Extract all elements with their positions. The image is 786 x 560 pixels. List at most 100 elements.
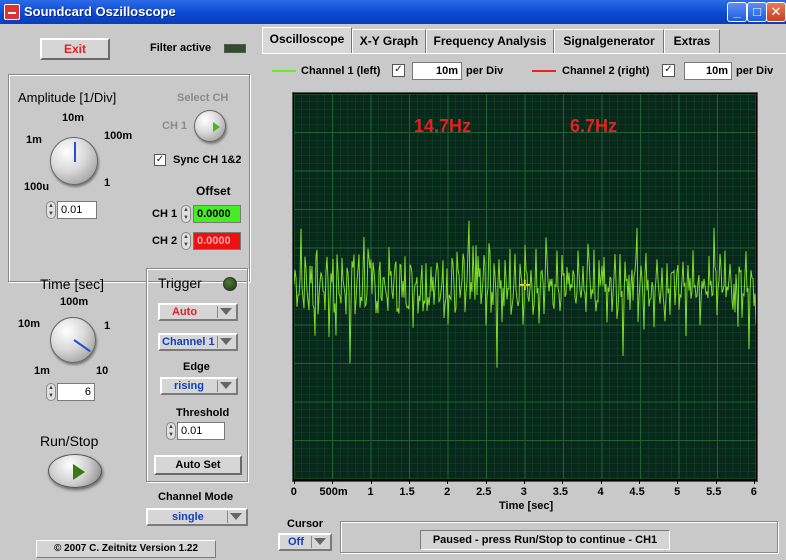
trigger-mode-value: Auto	[172, 306, 198, 318]
x-tick-mark	[524, 479, 525, 484]
time-spinner[interactable]: ▲ ▼	[46, 383, 56, 401]
cursor-value: Off	[288, 536, 304, 548]
cursor-dropdown[interactable]: Off	[278, 533, 332, 551]
exit-button[interactable]: Exit	[40, 38, 110, 60]
amplitude-title: Amplitude [1/Div]	[18, 90, 117, 105]
x-tick-label: 500m	[319, 486, 348, 498]
threshold-spinner[interactable]: ▲ ▼	[166, 422, 176, 440]
x-tick-label: 2.5	[476, 486, 492, 498]
offset-ch1-spinner[interactable]: ▲ ▼	[181, 205, 191, 223]
amp-scale-1: 1	[104, 177, 111, 189]
sync-label: Sync CH 1&2	[173, 154, 242, 166]
tab-signalgenerator[interactable]: Signalgenerator	[554, 29, 664, 53]
channel2-color-swatch	[532, 70, 556, 72]
x-tick-mark	[447, 479, 449, 484]
trigger-channel-dropdown[interactable]: Channel 1	[158, 333, 238, 351]
app-icon	[4, 4, 20, 20]
channel2-checkbox[interactable]: ✓	[662, 64, 675, 77]
time-scale-10m: 10m	[18, 318, 41, 330]
tab-extras[interactable]: Extras	[664, 29, 720, 53]
offset-ch1-input[interactable]: 0.0000	[193, 205, 241, 223]
select-ch-ch1-label: CH 1	[162, 120, 188, 132]
time-title: Time [sec]	[40, 276, 105, 292]
tab-frequency-analysis[interactable]: Frequency Analysis	[426, 29, 554, 53]
run-stop-label: Run/Stop	[40, 433, 99, 449]
maximize-button[interactable]: □	[747, 2, 767, 22]
time-scale-1: 1	[104, 320, 111, 332]
amp-scale-100m: 100m	[104, 130, 133, 142]
x-tick-label: 5.5	[706, 486, 722, 498]
title-bar: Soundcard Oszilloscope _ □ ✕	[0, 0, 786, 24]
run-stop-button[interactable]	[48, 454, 102, 488]
time-scale-1m: 1m	[34, 365, 50, 377]
x-tick-mark	[294, 479, 295, 484]
scope-display[interactable]: 14.7Hz 6.7Hz ✛	[294, 94, 756, 479]
auto-set-button[interactable]: Auto Set	[154, 455, 242, 475]
amp-scale-1m: 1m	[26, 134, 42, 146]
amp-scale-10m: 10m	[62, 112, 85, 124]
edge-label: Edge	[183, 361, 210, 373]
control-panel: Exit Filter active Amplitude [1/Div] 10m…	[0, 24, 260, 560]
trigger-title: Trigger	[158, 275, 202, 291]
x-tick-label: 0	[290, 486, 297, 498]
x-tick-mark	[639, 479, 640, 484]
time-scale-10: 10	[96, 365, 109, 377]
tab-oscilloscope[interactable]: Oscilloscope	[262, 27, 352, 53]
channel-mode-value: single	[172, 511, 204, 523]
offset-ch2-input[interactable]: 0.0000	[193, 232, 241, 250]
select-channel-knob[interactable]	[194, 110, 226, 142]
amplitude-input[interactable]: 0.01	[57, 201, 97, 219]
offset-ch1-label: CH 1	[152, 208, 178, 220]
time-input[interactable]: 6	[57, 383, 95, 401]
channel1-frequency: 14.7Hz	[414, 116, 472, 136]
filter-active-label: Filter active	[150, 42, 212, 54]
window-title: Soundcard Oszilloscope	[24, 4, 176, 19]
channel1-scale-input[interactable]: 10m	[412, 62, 462, 80]
channel1-checkbox[interactable]: ✓	[392, 64, 405, 77]
time-scale-100m: 100m	[60, 296, 89, 308]
x-tick-mark	[485, 479, 487, 484]
channel2-frequency: 6.7Hz	[570, 116, 618, 136]
x-tick-label: 5	[674, 486, 681, 498]
threshold-input[interactable]: 0.01	[177, 422, 225, 440]
channel2-label: Channel 2 (right)	[562, 65, 650, 77]
channel1-color-swatch	[272, 70, 296, 72]
amplitude-group	[8, 74, 250, 282]
x-tick-label: 4	[597, 486, 604, 498]
chevron-down-icon	[314, 538, 326, 545]
trigger-mode-dropdown[interactable]: Auto	[158, 303, 238, 321]
copyright-label: © 2007 C. Zeitnitz Version 1.22	[36, 540, 216, 558]
edge-dropdown[interactable]: rising	[160, 377, 238, 395]
x-tick-label: 2	[444, 486, 451, 498]
filter-active-led	[224, 44, 246, 53]
chevron-down-icon	[220, 308, 232, 315]
x-tick-mark	[409, 479, 410, 484]
status-message: Paused - press Run/Stop to continue - CH…	[420, 530, 670, 550]
channel-mode-dropdown[interactable]: single	[146, 508, 248, 526]
channel1-label: Channel 1 (left)	[301, 65, 381, 77]
minimize-button[interactable]: _	[727, 2, 747, 22]
x-tick-mark	[715, 479, 717, 484]
close-button[interactable]: ✕	[766, 2, 786, 22]
x-tick-label: 1	[367, 486, 374, 498]
select-ch-label: Select CH	[177, 92, 229, 104]
x-tick-label: 3	[520, 486, 527, 498]
channel-mode-label: Channel Mode	[158, 491, 234, 503]
chevron-down-icon	[230, 513, 242, 520]
channel2-scale-input[interactable]: 10m	[684, 62, 732, 80]
amp-scale-100u: 100u	[24, 181, 50, 193]
sync-checkbox[interactable]: ✓	[154, 154, 166, 166]
amplitude-spinner[interactable]: ▲ ▼	[46, 201, 56, 219]
offset-ch2-label: CH 2	[152, 235, 178, 247]
trigger-led	[223, 277, 237, 291]
offset-ch2-spinner[interactable]: ▲ ▼	[181, 232, 191, 250]
trigger-group	[146, 268, 248, 482]
cursor-label: Cursor	[287, 518, 324, 530]
x-tick-label: 4.5	[629, 486, 645, 498]
x-tick-mark	[677, 479, 679, 484]
amplitude-knob[interactable]	[50, 137, 98, 185]
x-tick-mark	[600, 479, 602, 484]
time-knob[interactable]	[50, 317, 96, 363]
x-axis-label: Time [sec]	[499, 500, 554, 512]
tab-xy-graph[interactable]: X-Y Graph	[352, 29, 426, 53]
